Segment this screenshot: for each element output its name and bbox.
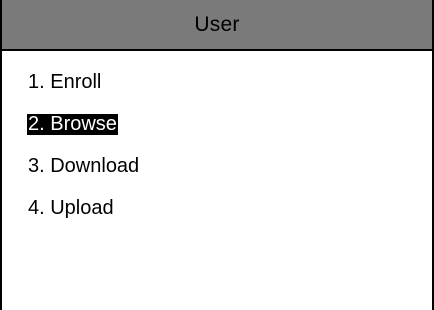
menu-item-label: 1. Enroll	[28, 71, 102, 93]
page-title: User	[194, 12, 240, 36]
menu-item-browse[interactable]: 2. Browse	[27, 114, 140, 135]
menu-list: 1. Enroll 2. Browse 3. Download 4. Uploa…	[27, 72, 140, 240]
title-bar: User	[2, 0, 432, 51]
menu-item-upload[interactable]: 4. Upload	[27, 198, 140, 219]
menu-item-label: 2. Browse	[27, 113, 118, 135]
menu-item-download[interactable]: 3. Download	[27, 156, 140, 177]
user-menu-screen: User 1. Enroll 2. Browse 3. Download 4. …	[0, 0, 434, 310]
menu-item-label: 4. Upload	[28, 197, 114, 219]
menu-item-label: 3. Download	[28, 155, 140, 177]
menu-item-enroll[interactable]: 1. Enroll	[27, 72, 140, 93]
